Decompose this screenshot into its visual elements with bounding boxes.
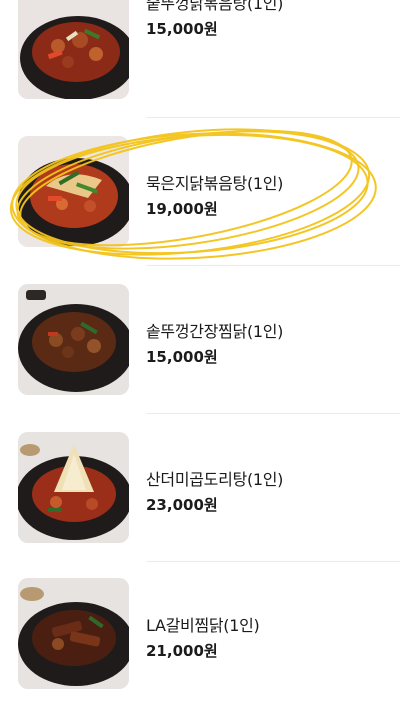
item-name: 묵은지닭볶음탕(1인) [146, 174, 284, 193]
menu-item[interactable]: 묵은지닭볶음탕(1인) 19,000원 [0, 118, 400, 266]
menu-item[interactable]: 숱뚜껑닭볶음탕(1인) 15,000원 [0, 0, 400, 118]
item-price: 19,000원 [146, 200, 218, 218]
dish-photo [18, 0, 129, 99]
item-name: 숱뚜껑닭볶음탕(1인) [146, 0, 284, 13]
item-price: 15,000원 [146, 20, 218, 38]
menu-item[interactable]: 솥뚜껑간장찜닭(1인) 15,000원 [0, 266, 400, 414]
item-name: LA갈비찜닭(1인) [146, 616, 260, 635]
item-price: 15,000원 [146, 348, 218, 366]
item-price: 21,000원 [146, 642, 218, 660]
item-name: 솥뚜껑간장찜닭(1인) [146, 322, 284, 341]
dish-photo [18, 284, 129, 395]
item-name: 산더미곱도리탕(1인) [146, 470, 284, 489]
item-price: 23,000원 [146, 496, 218, 514]
dish-photo [18, 432, 129, 543]
menu-item[interactable]: 산더미곱도리탕(1인) 23,000원 [0, 414, 400, 562]
menu-item[interactable]: LA갈비찜닭(1인) 21,000원 [0, 562, 400, 710]
dish-photo [18, 578, 129, 689]
dish-photo [18, 136, 129, 247]
